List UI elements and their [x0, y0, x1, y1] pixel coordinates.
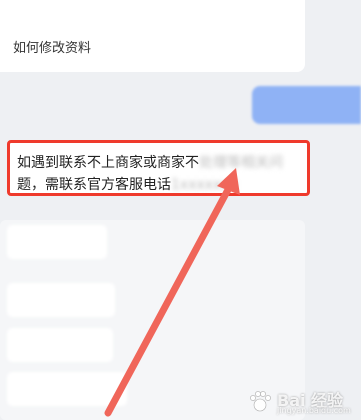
- paw-icon: [250, 391, 271, 412]
- reply-line-1-text: 如遇到联系不上商家或商家不: [17, 155, 199, 171]
- baidu-jingyan-watermark: Bai 经验 jingyan.baidu.com: [247, 387, 357, 417]
- faq-question[interactable]: 如何修改资料: [13, 37, 91, 56]
- reply-line-2: 题，需联系官方客服电话1xxxxxxx: [17, 174, 238, 194]
- menu-item-4[interactable]: [7, 372, 127, 406]
- reply-line-1: 如遇到联系不上商家或商家不处理等相关问: [17, 152, 283, 172]
- reply-line-2-text: 题，需联系官方客服电话: [17, 177, 171, 193]
- phone-number-blurred[interactable]: 1xxxxxxx: [171, 177, 238, 193]
- faq-card: 如何修改资料: [0, 0, 305, 72]
- user-message-bubble: [252, 86, 361, 124]
- menu-item-2[interactable]: [7, 283, 115, 317]
- highlighted-reply-bubble: 如遇到联系不上商家或商家不处理等相关问 题，需联系官方客服电话1xxxxxxx: [7, 140, 310, 196]
- menu-item-3[interactable]: [7, 328, 113, 362]
- reply-line-1-blurred: 处理等相关问: [199, 155, 283, 171]
- menu-item-1[interactable]: [7, 225, 107, 259]
- watermark-url: jingyan.baidu.com: [277, 406, 351, 415]
